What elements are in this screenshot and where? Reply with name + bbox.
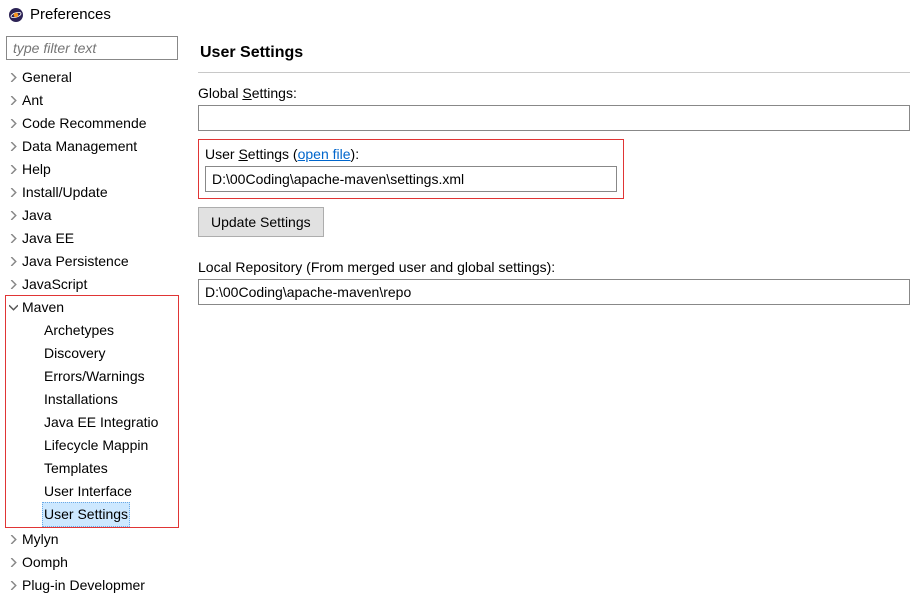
tree-item-user-interface[interactable]: User Interface — [28, 480, 178, 503]
tree-item-templates[interactable]: Templates — [28, 457, 178, 480]
chevron-right-icon — [6, 119, 20, 128]
chevron-down-icon — [6, 303, 20, 312]
tree-item-lifecycle-mappings[interactable]: Lifecycle Mappin — [28, 434, 178, 457]
tree-item-javascript[interactable]: JavaScript — [6, 273, 181, 296]
chevron-right-icon — [6, 257, 20, 266]
chevron-right-icon — [6, 581, 20, 590]
user-settings-input[interactable] — [205, 166, 617, 192]
local-repo-input[interactable] — [198, 279, 910, 305]
chevron-right-icon — [6, 280, 20, 289]
chevron-right-icon — [6, 234, 20, 243]
tree-item-java[interactable]: Java — [6, 204, 181, 227]
open-file-link[interactable]: open file — [298, 146, 351, 162]
chevron-right-icon — [6, 142, 20, 151]
tree-item-plugin-development[interactable]: Plug-in Developmer — [6, 574, 181, 596]
user-settings-label: User Settings (open file): — [205, 146, 617, 162]
tree-item-user-settings[interactable]: User Settings — [28, 503, 178, 526]
chevron-right-icon — [6, 73, 20, 82]
highlighted-user-settings: User Settings (open file): — [198, 139, 624, 199]
tree-item-help[interactable]: Help — [6, 158, 181, 181]
filter-input[interactable] — [6, 36, 178, 60]
chevron-right-icon — [6, 165, 20, 174]
tree-item-oomph[interactable]: Oomph — [6, 551, 181, 574]
tree-item-data-management[interactable]: Data Management — [6, 135, 181, 158]
chevron-right-icon — [6, 211, 20, 220]
update-settings-button[interactable]: Update Settings — [198, 207, 324, 237]
tree-item-general[interactable]: General — [6, 66, 181, 89]
tree-item-java-ee[interactable]: Java EE — [6, 227, 181, 250]
tree-item-install-update[interactable]: Install/Update — [6, 181, 181, 204]
local-repo-label: Local Repository (From merged user and g… — [198, 259, 910, 275]
tree-item-javaee-integration[interactable]: Java EE Integratio — [28, 411, 178, 434]
titlebar: Preferences — [0, 0, 922, 34]
main-panel: User Settings Global Settings: User Sett… — [186, 34, 922, 596]
tree-item-archetypes[interactable]: Archetypes — [28, 319, 178, 342]
tree-item-discovery[interactable]: Discovery — [28, 342, 178, 365]
page-heading: User Settings — [198, 34, 910, 73]
preferences-tree: General Ant Code Recommende Data Managem… — [6, 66, 181, 596]
global-settings-input[interactable] — [198, 105, 910, 131]
eclipse-icon — [8, 7, 24, 23]
tree-item-installations[interactable]: Installations — [28, 388, 178, 411]
global-settings-label: Global Settings: — [198, 85, 910, 101]
tree-item-mylyn[interactable]: Mylyn — [6, 528, 181, 551]
tree-item-maven[interactable]: Maven Archetypes Discovery Errors/Warnin… — [6, 296, 178, 526]
sidebar: General Ant Code Recommende Data Managem… — [0, 34, 186, 596]
tree-item-code-recommenders[interactable]: Code Recommende — [6, 112, 181, 135]
tree-item-java-persistence[interactable]: Java Persistence — [6, 250, 181, 273]
chevron-right-icon — [6, 96, 20, 105]
tree-item-errors-warnings[interactable]: Errors/Warnings — [28, 365, 178, 388]
window-title: Preferences — [30, 6, 111, 23]
chevron-right-icon — [6, 188, 20, 197]
chevron-right-icon — [6, 535, 20, 544]
chevron-right-icon — [6, 558, 20, 567]
tree-item-ant[interactable]: Ant — [6, 89, 181, 112]
highlighted-tree-group: Maven Archetypes Discovery Errors/Warnin… — [5, 295, 179, 528]
